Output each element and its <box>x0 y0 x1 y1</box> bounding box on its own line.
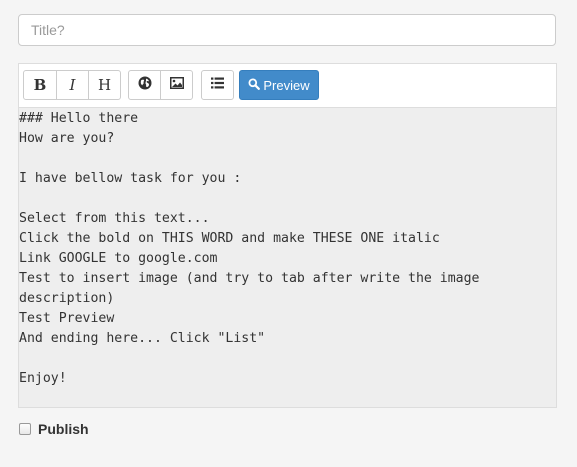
picture-icon <box>169 76 184 94</box>
preview-button-label: Preview <box>263 77 310 93</box>
globe-icon <box>138 76 152 95</box>
italic-button[interactable]: I <box>56 70 89 100</box>
publish-checkbox[interactable] <box>19 423 31 435</box>
preview-button-group: Preview <box>239 70 319 100</box>
editor-toolbar: B I H Preview <box>19 64 556 108</box>
link-button[interactable] <box>128 70 161 100</box>
markdown-editor: B I H Preview ### Hello there How are yo… <box>18 63 557 408</box>
title-input[interactable] <box>18 14 556 46</box>
list-button-group <box>201 70 234 100</box>
preview-button[interactable]: Preview <box>239 70 319 100</box>
format-button-group: B I H <box>23 70 121 100</box>
image-button[interactable] <box>160 70 193 100</box>
heading-button[interactable]: H <box>88 70 121 100</box>
publish-row: Publish <box>18 421 89 437</box>
markdown-textarea[interactable]: ### Hello there How are you? I have bell… <box>19 108 556 407</box>
bold-button[interactable]: B <box>23 70 57 100</box>
list-button[interactable] <box>201 70 234 100</box>
insert-button-group <box>128 70 193 100</box>
list-icon <box>211 76 224 94</box>
search-icon <box>248 78 263 93</box>
publish-label[interactable]: Publish <box>38 421 89 437</box>
